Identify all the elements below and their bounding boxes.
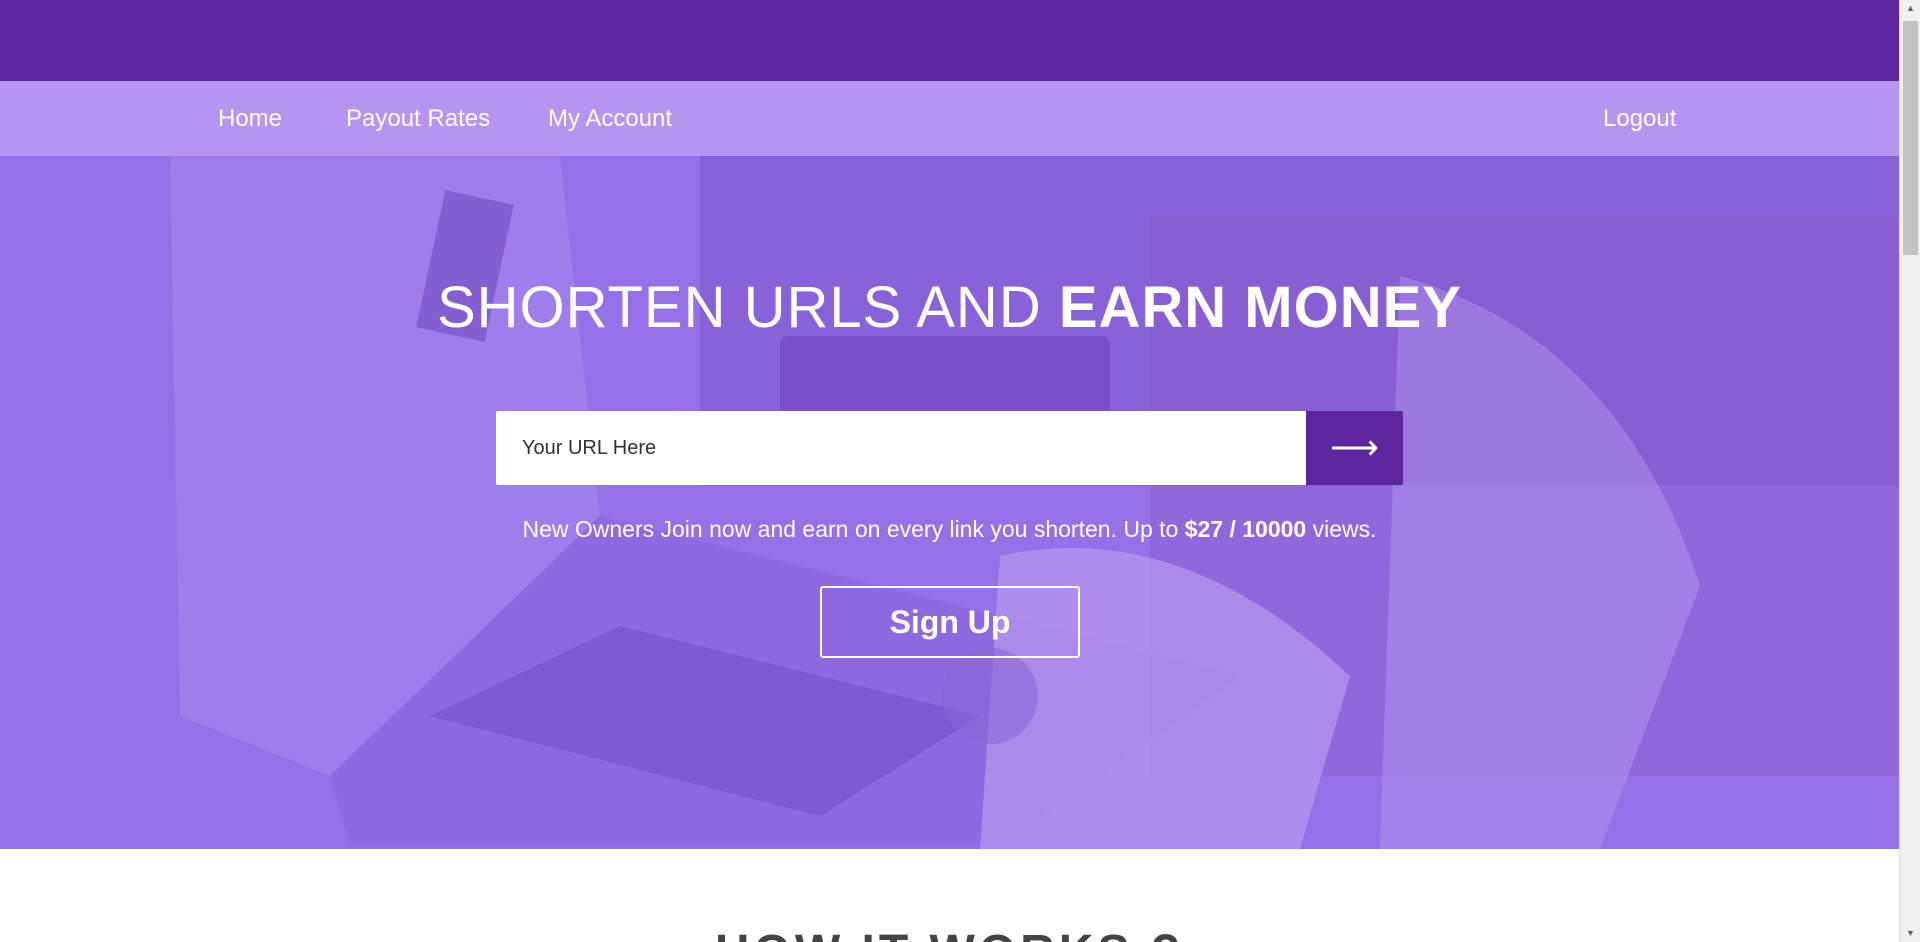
nav-my-account-link[interactable]: My Account	[548, 81, 672, 156]
main-navbar: Home Payout Rates My Account Logout	[0, 81, 1899, 156]
how-it-works-heading: HOW IT WORKS ?	[0, 925, 1899, 942]
arrow-right-icon: ⟶	[1330, 429, 1379, 467]
hero-section: SHORTEN URLS AND EARN MONEY ⟶ New Owners…	[0, 156, 1899, 849]
hero-title-bold: EARN MONEY	[1058, 275, 1462, 340]
nav-home-link[interactable]: Home	[218, 81, 282, 156]
vertical-scrollbar[interactable]: ▲ ▼	[1899, 0, 1920, 942]
shorten-submit-button[interactable]: ⟶	[1306, 411, 1403, 485]
top-banner	[0, 0, 1899, 81]
page: Home Payout Rates My Account Logout SHOR…	[0, 0, 1899, 942]
nav-payout-rates-link[interactable]: Payout Rates	[346, 81, 490, 156]
promo-prefix: New Owners Join now and earn on every li…	[522, 516, 1179, 542]
hero-title: SHORTEN URLS AND EARN MONEY	[0, 274, 1899, 341]
promo-rate: $27 / 10000	[1184, 516, 1307, 542]
promo-suffix: views.	[1312, 516, 1377, 542]
hero-background-image	[0, 156, 1899, 849]
scrollbar-thumb[interactable]	[1903, 21, 1918, 255]
url-input[interactable]	[496, 411, 1306, 485]
hero-title-thin: SHORTEN URLS AND	[436, 275, 1042, 340]
nav-logout-link[interactable]: Logout	[1603, 81, 1676, 156]
sign-up-button[interactable]: Sign Up	[820, 586, 1080, 658]
promo-text: New Owners Join now and earn on every li…	[0, 516, 1899, 543]
scroll-down-arrow-icon[interactable]: ▼	[1900, 925, 1920, 942]
scroll-up-arrow-icon[interactable]: ▲	[1900, 0, 1920, 17]
